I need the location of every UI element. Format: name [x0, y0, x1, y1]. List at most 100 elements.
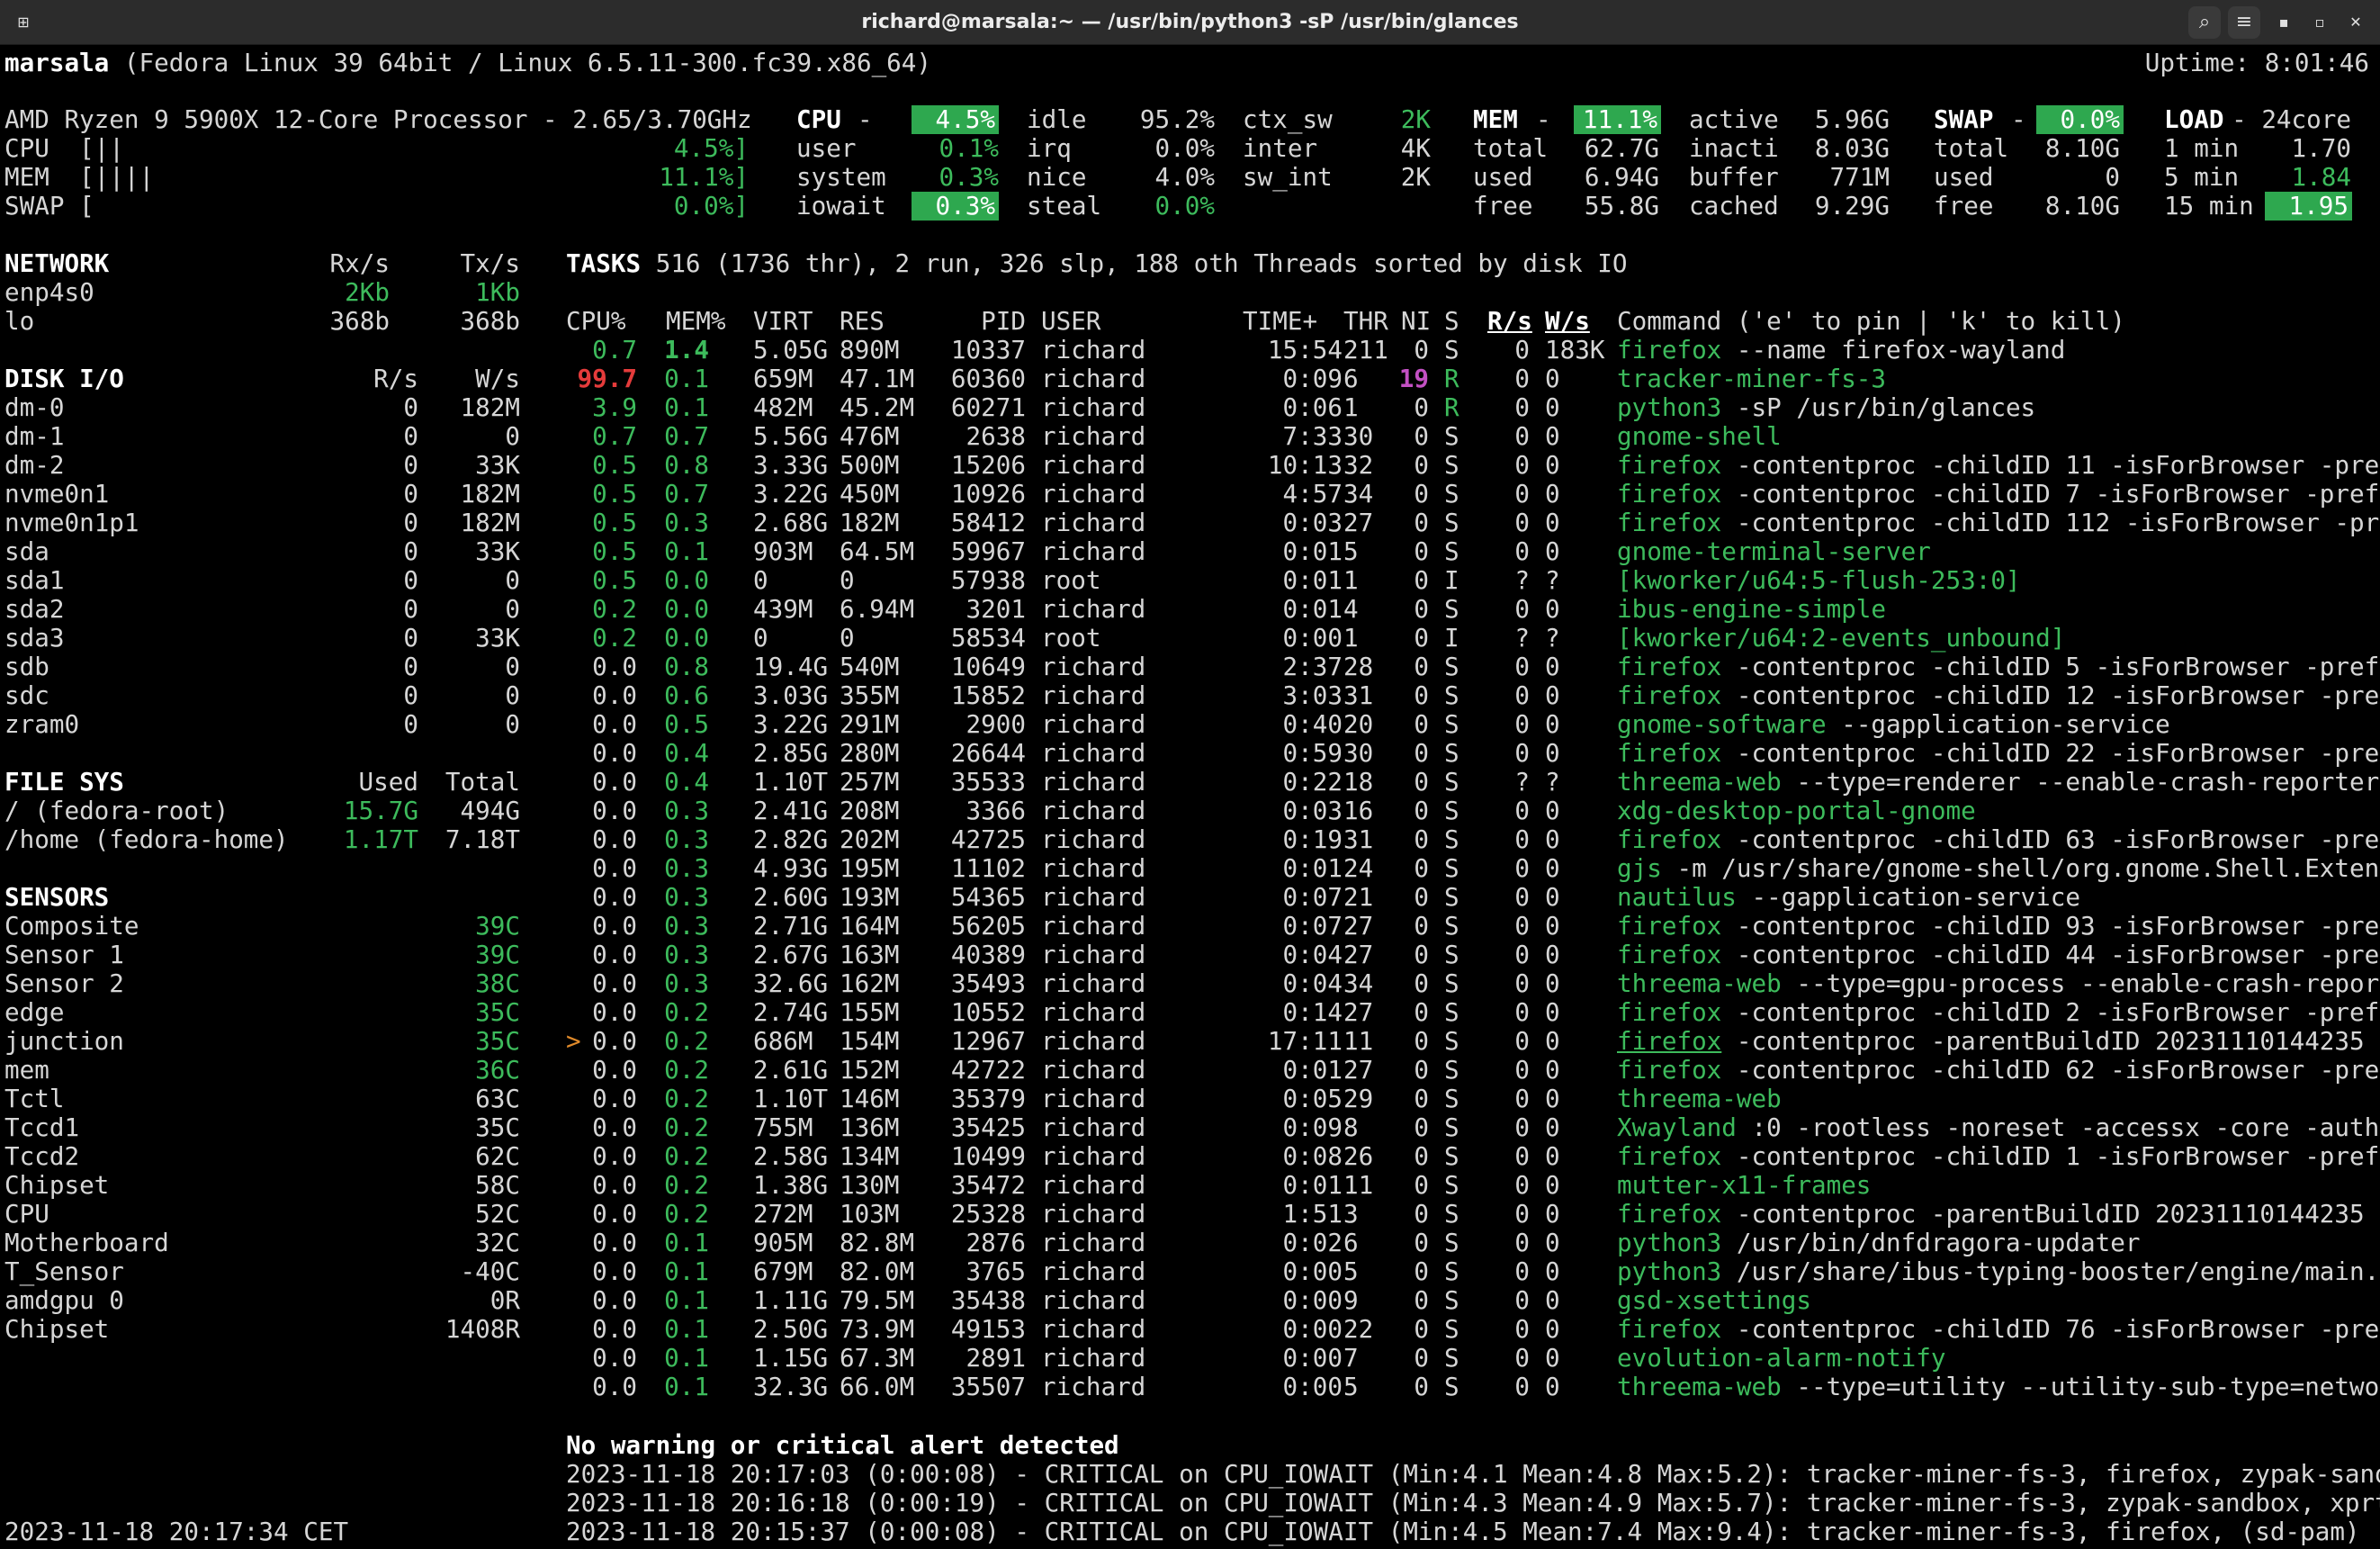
proc-thr: 22	[1343, 1314, 1374, 1344]
close-icon[interactable]: ✕	[2340, 6, 2372, 39]
proc-virt: 3.33G	[753, 450, 829, 480]
proc-rs: 0	[1514, 508, 1530, 537]
col-pid-header[interactable]: PID	[981, 307, 1026, 336]
proc-cpu: 0.0	[592, 738, 637, 768]
col-time-header[interactable]: TIME+	[1243, 307, 1317, 336]
proc-command[interactable]: firefox -contentproc -parentBuildID 2023…	[1617, 1027, 2380, 1056]
proc-command[interactable]: python3 /usr/share/ibus-typing-booster/e…	[1617, 1257, 2380, 1286]
col-ni-header[interactable]: NI	[1401, 307, 1431, 336]
col-ws-header[interactable]: W/s	[1545, 307, 1590, 336]
col-rs-header[interactable]: R/s	[1487, 307, 1532, 336]
proc-command[interactable]: firefox -contentproc -childID 63 -isForB…	[1617, 825, 2380, 854]
col-s-header[interactable]: S	[1444, 307, 1459, 336]
proc-res: 136M	[840, 1112, 900, 1142]
proc-pid: 25328	[950, 1199, 1026, 1229]
proc-user: richard	[1041, 1228, 1146, 1257]
proc-time: 0:09	[1282, 1112, 1343, 1142]
proc-command-args: -contentproc -childID 63 -isForBrowser -…	[1721, 824, 2380, 854]
proc-user: richard	[1041, 882, 1146, 912]
proc-command[interactable]: firefox -contentproc -childID 62 -isForB…	[1617, 1056, 2380, 1085]
proc-ni: 0	[1414, 1372, 1429, 1401]
terminal-area[interactable]: marsala (Fedora Linux 39 64bit / Linux 6…	[0, 45, 2380, 1549]
proc-command[interactable]: mutter-x11-frames	[1617, 1171, 1871, 1200]
search-icon[interactable]: ⌕	[2188, 6, 2221, 39]
proc-command[interactable]: threema-web --type=renderer --enable-cra…	[1617, 768, 2380, 797]
col-cpu-header[interactable]: CPU%	[566, 307, 625, 336]
menu-icon[interactable]: ≡	[2228, 6, 2260, 39]
proc-command[interactable]: xdg-desktop-portal-gnome	[1617, 797, 1976, 825]
proc-cpu: 99.7	[577, 364, 637, 393]
proc-command-args: -contentproc -childID 93 -isForBrowser -…	[1721, 911, 2380, 941]
col-virt-header[interactable]: VIRT	[753, 307, 813, 336]
proc-thr: 30	[1343, 738, 1374, 768]
proc-command[interactable]: python3 /usr/bin/dnfdragora-updater	[1617, 1229, 2140, 1257]
proc-command[interactable]: threema-web --type=gpu-process --enable-…	[1617, 969, 2380, 998]
proc-command[interactable]: threema-web --type=utility --utility-sub…	[1617, 1373, 2380, 1401]
proc-ws: 0	[1545, 709, 1560, 739]
proc-command[interactable]: gnome-shell	[1617, 422, 1782, 451]
proc-command[interactable]: nautilus --gapplication-service	[1617, 883, 2080, 912]
proc-command-args: -contentproc -childID 11 -isForBrowser -…	[1721, 450, 2380, 480]
proc-cpu: 0.2	[592, 623, 637, 653]
proc-command[interactable]: python3 -sP /usr/bin/glances	[1617, 393, 2035, 422]
sensor-value: 38C	[475, 968, 520, 998]
proc-res: 154M	[840, 1026, 900, 1056]
proc-res: 103M	[840, 1199, 900, 1229]
proc-mem: 0.1	[664, 1285, 709, 1315]
proc-command[interactable]: tracker-miner-fs-3	[1617, 365, 1886, 393]
proc-command[interactable]: gjs -m /usr/share/gnome-shell/org.gnome.…	[1617, 854, 2380, 883]
proc-command[interactable]: firefox -contentproc -childID 44 -isForB…	[1617, 941, 2380, 969]
proc-command[interactable]: evolution-alarm-notify	[1617, 1344, 1945, 1373]
col-mem-header[interactable]: MEM%	[666, 307, 725, 336]
proc-command[interactable]: firefox -contentproc -childID 22 -isForB…	[1617, 739, 2380, 768]
mem-cached-label: cached	[1689, 191, 1779, 221]
proc-command[interactable]: Xwayland :0 -rootless -noreset -accessx …	[1617, 1113, 2379, 1142]
proc-command[interactable]: threema-web	[1617, 1085, 1782, 1113]
proc-state: S	[1444, 709, 1459, 739]
proc-user: richard	[1041, 450, 1146, 480]
proc-command-name: firefox	[1617, 652, 1722, 681]
proc-ni: 0	[1414, 623, 1429, 653]
proc-state: S	[1444, 680, 1459, 710]
proc-ni: 0	[1414, 1199, 1429, 1229]
maximize-icon[interactable]: ▫	[2304, 6, 2336, 39]
proc-res: 6.94M	[840, 594, 915, 624]
proc-command[interactable]: [kworker/u64:5-flush-253:0]	[1617, 566, 2021, 595]
proc-rs: 0	[1514, 1199, 1530, 1229]
proc-ni: 0	[1414, 1285, 1429, 1315]
proc-command[interactable]: firefox --name firefox-wayland	[1617, 336, 2065, 365]
proc-command[interactable]: ibus-engine-simple	[1617, 595, 1886, 624]
minimize-icon[interactable]: ▪	[2268, 6, 2300, 39]
proc-command[interactable]: firefox -contentproc -childID 11 -isForB…	[1617, 451, 2380, 480]
proc-pid: 12967	[950, 1026, 1026, 1056]
col-user-header[interactable]: USER	[1041, 307, 1100, 336]
proc-ws: 0	[1545, 479, 1560, 509]
proc-cpu: 0.0	[592, 709, 637, 739]
disk-read: 0	[403, 565, 418, 595]
proc-command[interactable]: gsd-xsettings	[1617, 1286, 1811, 1315]
proc-command[interactable]: firefox -contentproc -childID 112 -isFor…	[1617, 509, 2380, 537]
proc-command[interactable]: firefox -contentproc -childID 2 -isForBr…	[1617, 998, 2380, 1027]
col-res-header[interactable]: RES	[840, 307, 885, 336]
proc-command[interactable]: firefox -contentproc -childID 76 -isForB…	[1617, 1315, 2380, 1344]
proc-command[interactable]: gnome-software --gapplication-service	[1617, 710, 2170, 739]
filesys-total: 7.18T	[445, 824, 520, 854]
proc-time: 0:01	[1282, 565, 1343, 595]
col-thr-header[interactable]: THR	[1343, 307, 1388, 336]
proc-command[interactable]: [kworker/u64:2-events_unbound]	[1617, 624, 2065, 653]
proc-thr: 5	[1343, 536, 1359, 566]
proc-ws: 0	[1545, 680, 1560, 710]
proc-res: 202M	[840, 824, 900, 854]
proc-command[interactable]: firefox -contentproc -childID 5 -isForBr…	[1617, 653, 2380, 681]
network-rx-header: Rx/s	[329, 248, 390, 278]
proc-cpu: 0.7	[592, 335, 637, 365]
proc-command[interactable]: firefox -contentproc -childID 12 -isForB…	[1617, 681, 2380, 710]
proc-command[interactable]: firefox -contentproc -childID 1 -isForBr…	[1617, 1142, 2380, 1171]
col-command-header[interactable]: Command ('e' to pin | 'k' to kill)	[1617, 307, 2125, 336]
proc-command[interactable]: firefox -contentproc -childID 7 -isForBr…	[1617, 480, 2380, 509]
disk-device: dm-0	[4, 392, 65, 422]
proc-command[interactable]: firefox -contentproc -parentBuildID 2023…	[1617, 1200, 2380, 1229]
proc-command[interactable]: gnome-terminal-server	[1617, 537, 1931, 566]
proc-command[interactable]: firefox -contentproc -childID 93 -isForB…	[1617, 912, 2380, 941]
proc-thr: 4	[1343, 594, 1359, 624]
